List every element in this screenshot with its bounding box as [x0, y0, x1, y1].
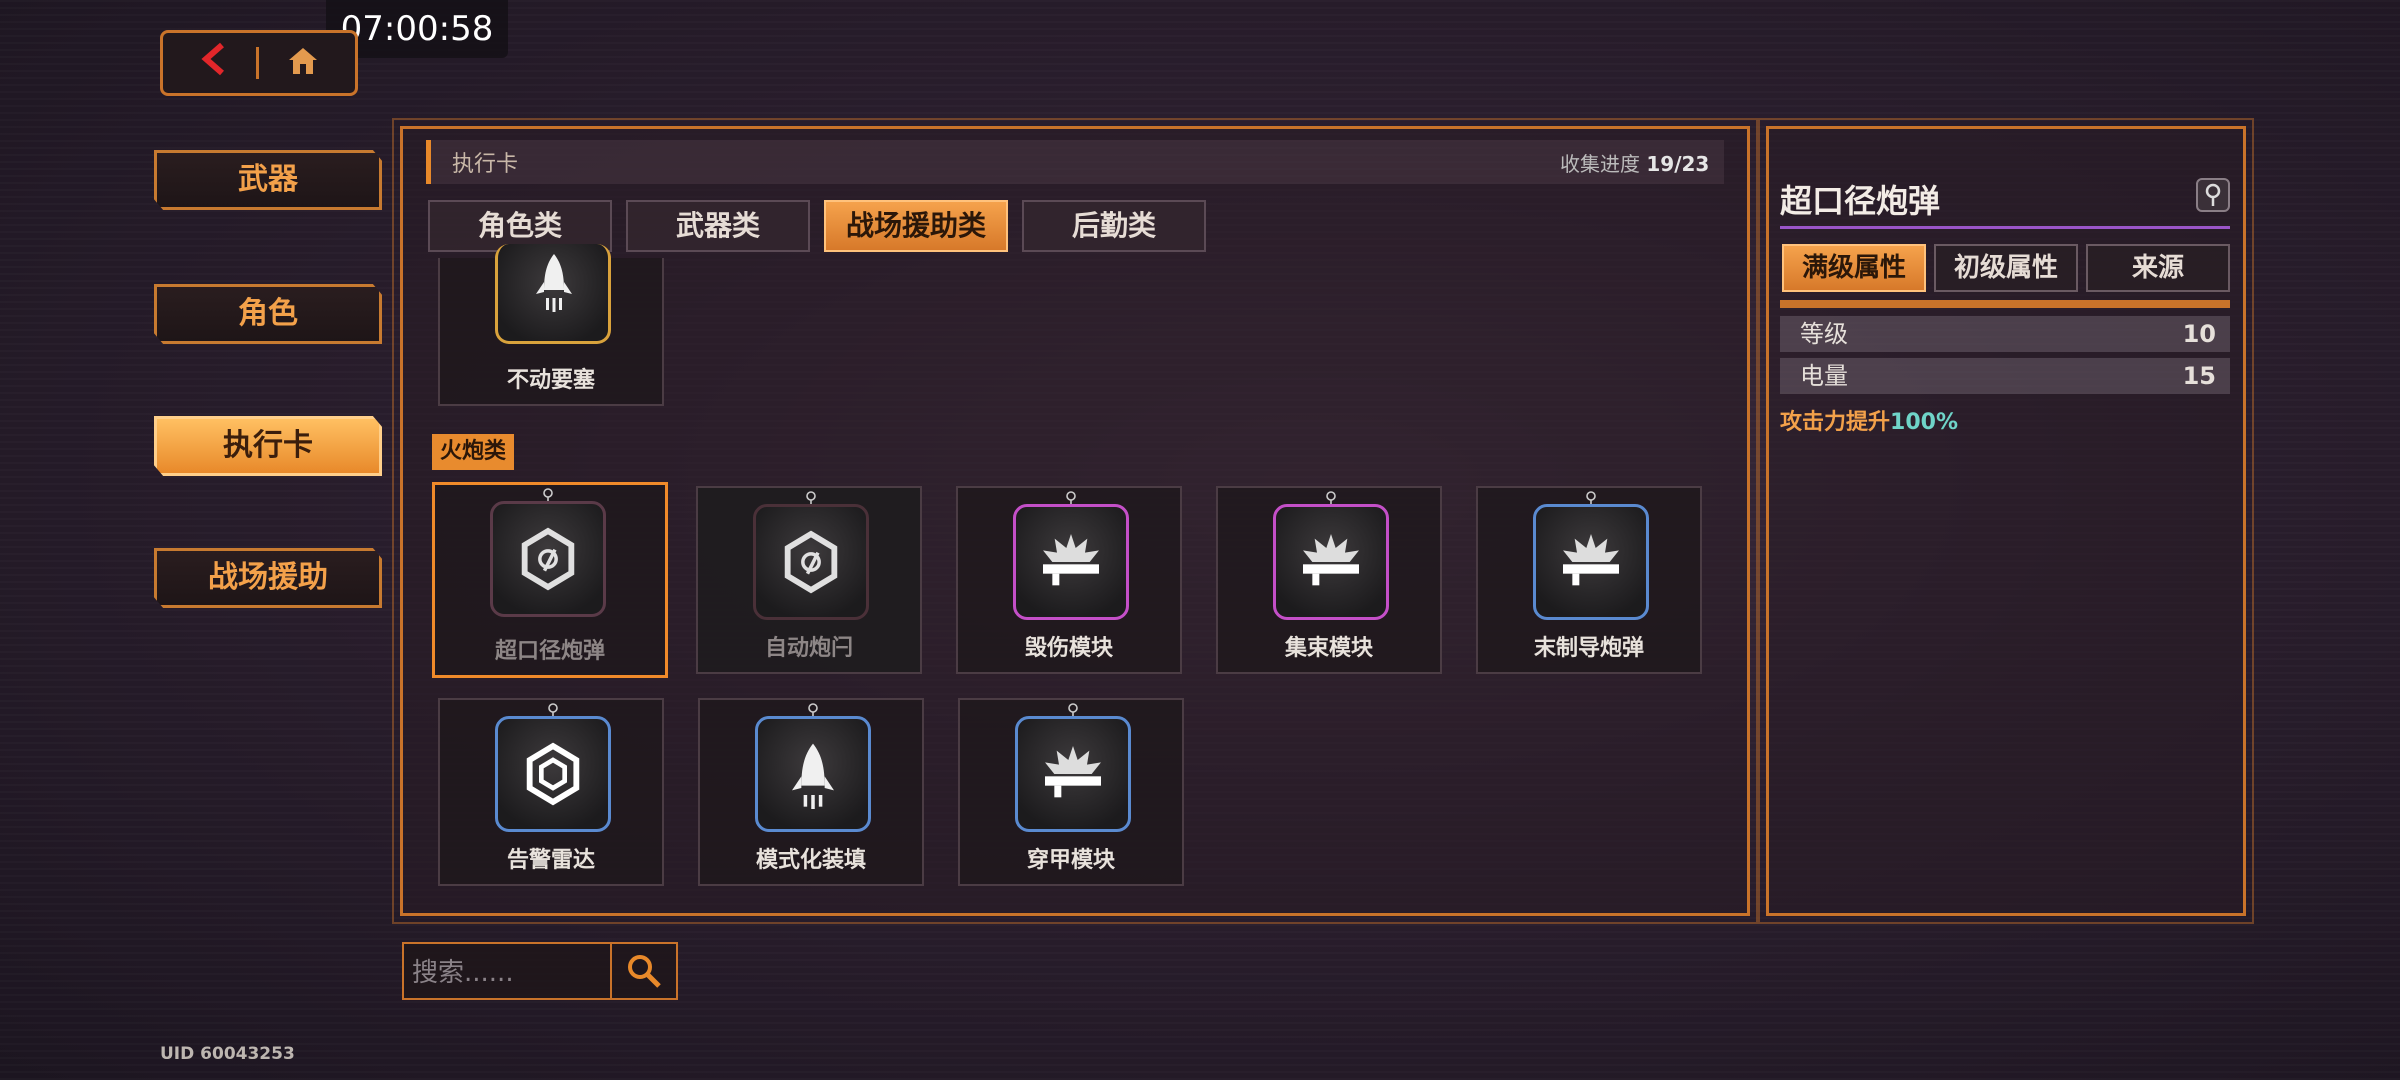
card-label: 末制导炮弹: [1533, 636, 1644, 661]
progress-label: 收集进度: [1560, 152, 1640, 176]
nav-box: [160, 30, 358, 96]
menu-weapons[interactable]: 武器: [154, 150, 382, 210]
nav-divider: [255, 47, 259, 79]
rifle-burst-icon: [1045, 746, 1101, 798]
search-box: [402, 942, 678, 1000]
card-item[interactable]: 模式化装填: [698, 698, 924, 886]
card-label: 告警雷达: [506, 848, 595, 873]
search-icon: [628, 955, 661, 988]
chevron-left-icon[interactable]: [200, 41, 228, 85]
card-frame: [1273, 504, 1389, 620]
rocket-icon: [792, 743, 834, 809]
card-label: 集束模块: [1284, 636, 1373, 661]
card-item[interactable]: 自动炮闩: [696, 486, 922, 674]
rifle-burst-icon: [1563, 534, 1619, 586]
tab-underline: [1780, 300, 2230, 308]
tab-max-level-attributes[interactable]: 满级属性: [1782, 244, 1926, 292]
section-tag-artillery: 火炮类: [432, 434, 515, 470]
bonus-text: 攻击力提升: [1780, 410, 1891, 435]
progress-value: 19/23: [1646, 152, 1710, 176]
attack-bonus: 攻击力提升100%: [1780, 404, 1958, 436]
card-item[interactable]: 穿甲模块: [958, 698, 1184, 886]
user-id: UID 60043253: [160, 1044, 295, 1064]
card-frame: [1015, 716, 1131, 832]
card-item[interactable]: 末制导炮弹: [1476, 486, 1702, 674]
tab-logistics[interactable]: 后勤类: [1022, 200, 1206, 252]
menu-battlefield-support[interactable]: 战场援助: [154, 548, 382, 608]
stat-row-level: 等级 10: [1780, 316, 2230, 352]
card-immovable-fortress[interactable]: 不动要塞: [438, 244, 664, 406]
card-frame: [1013, 504, 1129, 620]
card-frame: [495, 244, 611, 344]
card-item[interactable]: 毁伤模块: [956, 486, 1182, 674]
hex-lock-icon: [784, 530, 838, 594]
tab-weapon[interactable]: 武器类: [626, 200, 810, 252]
search-button[interactable]: [610, 944, 676, 998]
card-label: 毁伤模块: [1024, 636, 1113, 661]
card-frame: [753, 504, 869, 620]
stat-key: 电量: [1800, 362, 1848, 390]
stat-value: 15: [2182, 362, 2216, 390]
hex-radar-icon: [526, 742, 580, 806]
card-label: 模式化装填: [755, 848, 866, 873]
menu-execution-cards[interactable]: 执行卡: [154, 416, 382, 476]
stat-row-power: 电量 15: [1780, 358, 2230, 394]
card-item[interactable]: 告警雷达: [438, 698, 664, 886]
rocket-icon: [536, 254, 572, 312]
card-label: 穿甲模块: [1026, 848, 1115, 873]
title-divider: [1780, 226, 2230, 229]
bonus-value: 100%: [1890, 410, 1958, 435]
pin-icon[interactable]: [2196, 178, 2230, 212]
tab-base-attributes[interactable]: 初级属性: [1934, 244, 2078, 292]
card-item[interactable]: 集束模块: [1216, 486, 1442, 674]
card-frame: [755, 716, 871, 832]
rifle-burst-icon: [1043, 534, 1099, 586]
tab-battlefield-support[interactable]: 战场援助类: [824, 200, 1008, 252]
card-label: 自动炮闩: [764, 636, 853, 661]
menu-characters[interactable]: 角色: [154, 284, 382, 344]
home-icon[interactable]: [287, 46, 319, 80]
collection-progress: 收集进度 19/23: [1560, 148, 1709, 177]
hex-lock-icon: [521, 527, 575, 591]
panel-title: 执行卡: [452, 152, 519, 177]
stat-key: 等级: [1800, 320, 1848, 348]
card-frame: [490, 501, 606, 617]
panel-header: [426, 140, 1724, 184]
card-frame: [1533, 504, 1649, 620]
card-item[interactable]: 超口径炮弹: [432, 482, 668, 678]
card-label: 超口径炮弹: [494, 639, 605, 664]
card-label: 不动要塞: [506, 368, 595, 393]
detail-title: 超口径炮弹: [1780, 182, 1941, 220]
stat-value: 10: [2182, 320, 2216, 348]
tab-source[interactable]: 来源: [2086, 244, 2230, 292]
rifle-burst-icon: [1303, 534, 1359, 586]
search-input[interactable]: [410, 950, 614, 996]
card-frame: [495, 716, 611, 832]
